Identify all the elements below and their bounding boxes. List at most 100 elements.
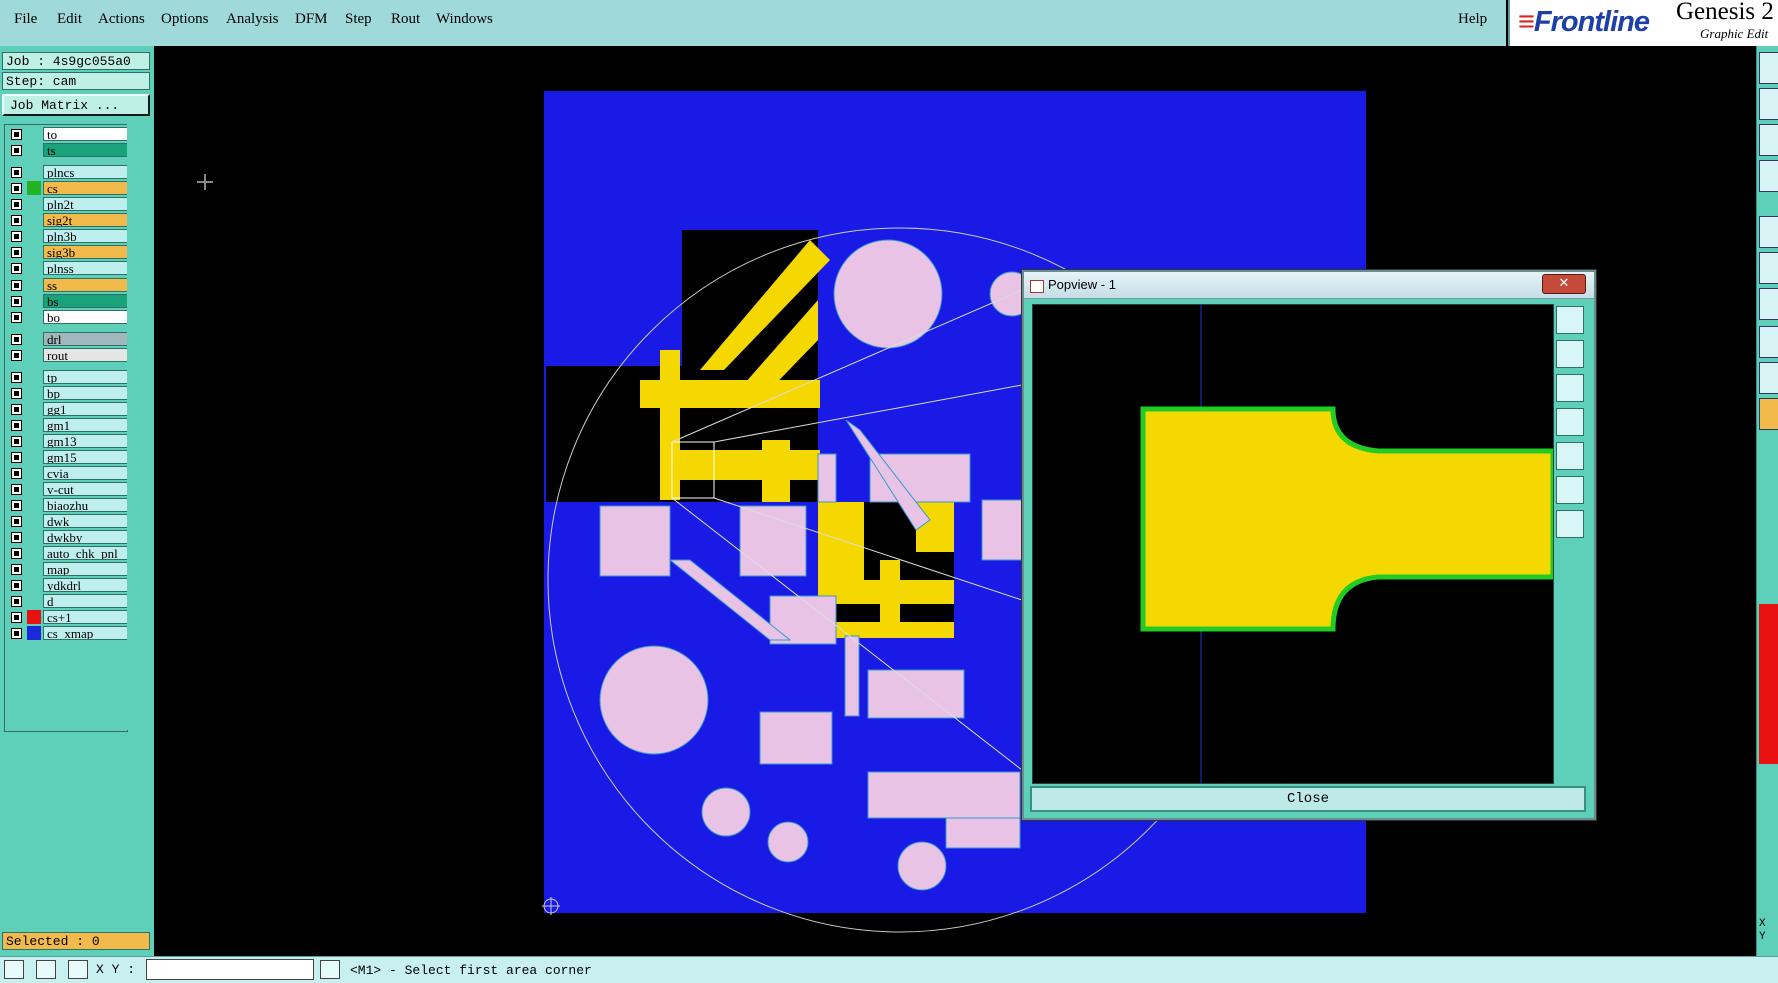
layer-row[interactable]: ts <box>7 143 129 158</box>
pan-down-icon[interactable] <box>1556 374 1584 402</box>
layer-checkbox[interactable] <box>11 628 22 639</box>
layer-row[interactable]: cs_xmap <box>7 626 129 641</box>
layer-name[interactable]: v-cut <box>43 482 129 496</box>
tool-frame-icon[interactable] <box>1759 124 1778 156</box>
layer-checkbox[interactable] <box>11 420 22 431</box>
layer-name[interactable]: pln3b <box>43 229 129 243</box>
layer-name[interactable]: gm13 <box>43 434 129 448</box>
layer-name[interactable]: map <box>43 562 129 576</box>
alert-icon[interactable] <box>320 960 340 979</box>
menu-actions[interactable]: Actions <box>98 11 145 28</box>
layer-row[interactable]: cs <box>7 181 129 196</box>
layer-name[interactable]: bp <box>43 386 129 400</box>
job-matrix-button[interactable]: Job Matrix ... <box>2 94 150 116</box>
pan-left-icon[interactable] <box>1556 408 1584 436</box>
layer-checkbox[interactable] <box>11 247 22 258</box>
tool-measure-icon[interactable] <box>1759 288 1778 320</box>
layer-name[interactable]: rout <box>43 348 129 362</box>
layer-row[interactable]: auto_chk_pnl <box>7 546 129 561</box>
popview-titlebar[interactable]: Popview - 1 ✕ <box>1024 272 1594 299</box>
pan-right-icon[interactable] <box>1556 442 1584 470</box>
layer-name[interactable]: cvia <box>43 466 129 480</box>
layer-checkbox[interactable] <box>11 372 22 383</box>
layer-checkbox[interactable] <box>11 334 22 345</box>
layer-name[interactable]: d <box>43 594 129 608</box>
layer-row[interactable]: rout <box>7 348 129 363</box>
menu-windows[interactable]: Windows <box>436 11 493 28</box>
layer-checkbox[interactable] <box>11 145 22 156</box>
layer-row[interactable]: pln2t <box>7 197 129 212</box>
layer-checkbox[interactable] <box>11 532 22 543</box>
layer-row[interactable]: map <box>7 562 129 577</box>
layer-row[interactable]: biaozhu <box>7 498 129 513</box>
layer-list-scrollbar[interactable] <box>127 124 150 730</box>
tool-net-icon[interactable] <box>1759 252 1778 284</box>
layer-name[interactable]: sig2t <box>43 213 129 227</box>
layer-row[interactable]: plncs <box>7 165 129 180</box>
zoom-out-icon[interactable] <box>1556 476 1584 504</box>
layer-checkbox[interactable] <box>11 468 22 479</box>
layer-name[interactable]: cs+1 <box>43 610 129 624</box>
layer-name[interactable]: plnss <box>43 261 129 275</box>
layer-name[interactable]: bs <box>43 294 129 308</box>
layer-checkbox[interactable] <box>11 167 22 178</box>
layer-row[interactable]: bo <box>7 310 129 325</box>
layer-checkbox[interactable] <box>11 596 22 607</box>
layer-row[interactable]: drl <box>7 332 129 347</box>
layer-checkbox[interactable] <box>11 280 22 291</box>
layer-checkbox[interactable] <box>11 183 22 194</box>
layer-row[interactable]: dwk <box>7 514 129 529</box>
tool-select-icon[interactable] <box>1759 398 1778 430</box>
layer-name[interactable]: drl <box>43 332 129 346</box>
layer-row[interactable]: pln3b <box>7 229 129 244</box>
menu-edit[interactable]: Edit <box>57 11 82 28</box>
pencil-icon[interactable] <box>36 960 56 979</box>
layer-row[interactable]: to <box>7 127 129 142</box>
resize-icon[interactable] <box>4 960 24 979</box>
xy-input[interactable] <box>146 959 314 980</box>
layer-checkbox[interactable] <box>11 231 22 242</box>
layer-checkbox[interactable] <box>11 484 22 495</box>
layer-row[interactable]: gm13 <box>7 434 129 449</box>
layer-row[interactable]: tp <box>7 370 129 385</box>
layer-name[interactable]: sig3b <box>43 245 129 259</box>
layer-name[interactable]: gm15 <box>43 450 129 464</box>
tool-record-icon[interactable] <box>1759 216 1778 248</box>
popview-canvas[interactable] <box>1032 304 1556 784</box>
layer-checkbox[interactable] <box>11 312 22 323</box>
layer-name[interactable]: ss <box>43 278 129 292</box>
layer-name[interactable]: cs <box>43 181 129 195</box>
layer-checkbox[interactable] <box>11 388 22 399</box>
layer-name[interactable]: dwkby <box>43 530 129 544</box>
layer-name[interactable]: cs_xmap <box>43 626 129 640</box>
layer-checkbox[interactable] <box>11 436 22 447</box>
layer-checkbox[interactable] <box>11 452 22 463</box>
layer-name[interactable]: plncs <box>43 165 129 179</box>
layer-checkbox[interactable] <box>11 612 22 623</box>
menu-analysis[interactable]: Analysis <box>226 11 279 28</box>
tool-layers-icon[interactable] <box>1759 160 1778 192</box>
layer-row[interactable]: dwkby <box>7 530 129 545</box>
tool-screen-icon[interactable] <box>1759 52 1778 84</box>
layer-checkbox[interactable] <box>11 263 22 274</box>
layer-name[interactable]: dwk <box>43 514 129 528</box>
layer-name[interactable]: bo <box>43 310 129 324</box>
pan-up-icon[interactable] <box>1556 340 1584 368</box>
layer-row[interactable]: bp <box>7 386 129 401</box>
menu-step[interactable]: Step <box>345 11 372 28</box>
layer-name[interactable]: biaozhu <box>43 498 129 512</box>
tool-snap-icon[interactable] <box>1759 326 1778 358</box>
layer-row[interactable]: bs <box>7 294 129 309</box>
layer-name[interactable]: gm1 <box>43 418 129 432</box>
layer-row[interactable]: gg1 <box>7 402 129 417</box>
layer-row[interactable]: d <box>7 594 129 609</box>
layer-checkbox[interactable] <box>11 350 22 361</box>
layer-checkbox[interactable] <box>11 548 22 559</box>
layer-checkbox[interactable] <box>11 564 22 575</box>
layer-row[interactable]: plnss <box>7 261 129 276</box>
layer-name[interactable]: ydkdrl <box>43 578 129 592</box>
layer-row[interactable]: ydkdrl <box>7 578 129 593</box>
layer-row[interactable]: sig3b <box>7 245 129 260</box>
layer-checkbox[interactable] <box>11 129 22 140</box>
layer-checkbox[interactable] <box>11 500 22 511</box>
